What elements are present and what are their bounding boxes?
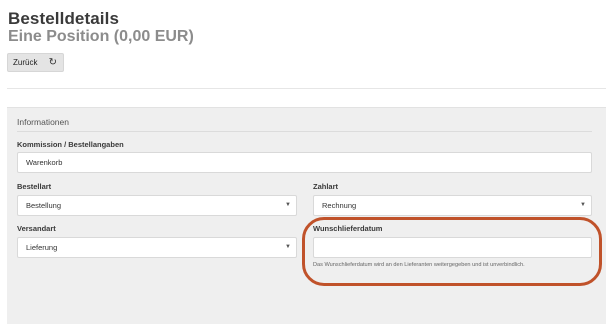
commission-input[interactable]: Warenkorb xyxy=(17,152,592,173)
section-divider xyxy=(17,131,592,132)
payment-value: Rechnung xyxy=(322,201,357,210)
back-button-label: Zurück xyxy=(13,58,38,67)
payment-select[interactable]: Rechnung ▼ xyxy=(313,195,592,216)
highlight-annotation xyxy=(302,217,602,286)
chevron-down-icon: ▼ xyxy=(580,202,586,208)
page-title: Bestelldetails xyxy=(8,9,120,28)
page-subtitle: Eine Position (0,00 EUR) xyxy=(8,28,194,45)
shipping-value: Lieferung xyxy=(26,243,58,252)
shipping-label: Versandart xyxy=(17,224,56,233)
payment-label: Zahlart xyxy=(313,182,339,191)
refresh-icon: ↻ xyxy=(48,57,57,68)
back-button[interactable]: Zurück ↻ xyxy=(7,53,64,72)
order-type-value: Bestellung xyxy=(26,201,62,210)
chevron-down-icon: ▼ xyxy=(285,202,291,208)
shipping-select[interactable]: Lieferung ▼ xyxy=(17,237,297,258)
section-title: Informationen xyxy=(17,117,69,127)
commission-label: Kommission / Bestellangaben xyxy=(17,140,124,149)
chevron-down-icon: ▼ xyxy=(285,244,291,250)
header-divider xyxy=(7,88,606,89)
order-type-select[interactable]: Bestellung ▼ xyxy=(17,195,297,216)
order-type-label: Bestellart xyxy=(17,182,52,191)
commission-value: Warenkorb xyxy=(26,158,63,167)
